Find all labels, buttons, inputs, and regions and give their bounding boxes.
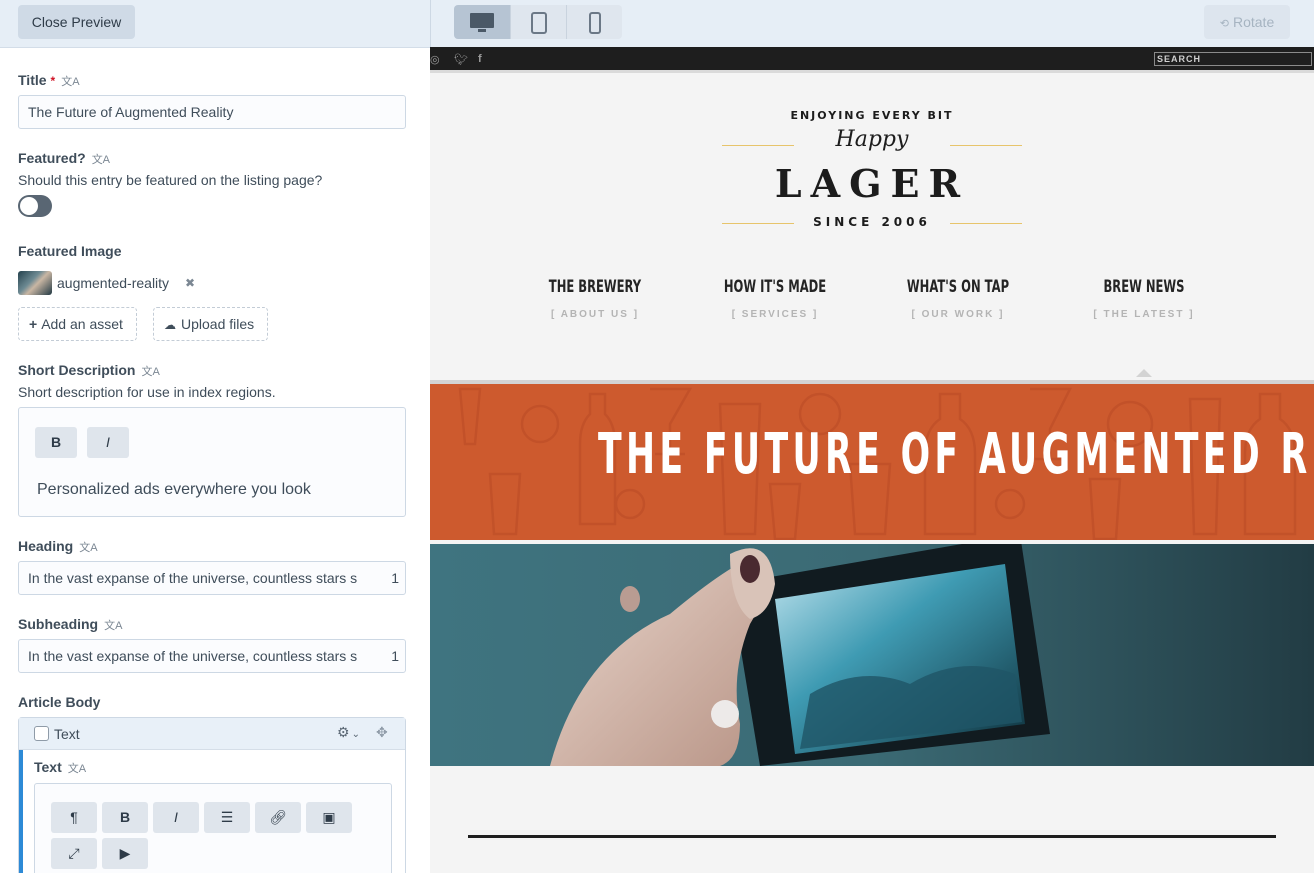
short-description-text[interactable]: Personalized ads everywhere you look [37,481,311,499]
nav-sublabel: [ SERVICES ] [731,309,819,320]
cloud-upload-icon: ☁ [164,318,176,332]
short-description-label: Short Description 文A [18,362,160,378]
nav-label: BREW NEWS [1103,277,1185,297]
featured-help-text: Should this entry be featured on the lis… [18,172,323,188]
block-select-checkbox[interactable] [34,726,49,741]
close-preview-button[interactable]: Close Preview [18,5,135,39]
add-asset-button[interactable]: + Add an asset [18,307,137,341]
link-icon[interactable]: 🔗︎ [255,802,301,833]
featured-toggle[interactable] [18,195,52,217]
remove-asset-icon[interactable]: ✖ [185,276,195,290]
facebook-icon[interactable]: f [478,53,482,65]
plus-icon: + [29,316,38,332]
block-header[interactable]: Text ⚙ ⌄ ✥ [19,718,405,750]
block-settings-gear-icon[interactable]: ⚙ ⌄ [337,724,360,741]
tablet-icon [530,12,547,34]
nav-label: HOW IT'S MADE [723,277,827,297]
translatable-icon: 文A [61,76,80,88]
required-indicator: * [50,74,56,88]
content-divider [468,835,1276,838]
translatable-icon: 文A [91,154,111,166]
asset-thumbnail[interactable] [18,271,52,295]
text-field-label: Text 文A [34,759,87,775]
desktop-icon [470,13,494,32]
translatable-icon: 文A [79,542,98,554]
nav-sublabel: [ THE LATEST ] [1093,309,1195,320]
drag-move-icon[interactable]: ✥ [376,724,388,741]
nav-item-on-tap[interactable]: WHAT'S ON TAP [ OUR WORK ] [868,277,1048,320]
desktop-device-button[interactable] [454,5,510,39]
paragraph-button[interactable]: ¶ [51,802,97,833]
site-preview: ◎ 🐦︎ f SEARCH ENJOYING EVERY BIT Happy L… [430,47,1314,873]
page-title-banner: THE FUTURE OF AUGMENTED REALITY [430,380,1314,540]
chevron-down-icon: ⌄ [351,729,360,740]
entry-editor-pane: Close Preview Title * 文A The Future of Aug… [0,0,431,873]
title-label: Title * 文A [18,72,80,88]
nav-label: THE BREWERY [548,277,642,297]
short-description-help: Short description for use in index regio… [18,384,276,400]
translatable-icon: 文A [67,763,87,775]
video-icon[interactable]: ▶ [102,838,148,869]
heading-label: Heading 文A [18,538,98,554]
site-top-bar: ◎ 🐦︎ f SEARCH [430,47,1314,73]
heading-input[interactable]: In the vast expanse of the universe, cou… [18,561,406,595]
heading-char-count: 1 [387,562,399,594]
subheading-label: Subheading 文A [18,616,123,632]
active-block-indicator [19,750,23,873]
fullscreen-icon[interactable]: ⤢ [51,838,97,869]
app-window: Close Preview Title * 文A The Future of Aug… [0,0,1314,873]
nav-item-brew-news[interactable]: BREW NEWS [ THE LATEST ] [1054,277,1234,320]
block-type-title: Text [54,726,80,742]
page-title: THE FUTURE OF AUGMENTED REALITY [597,422,1314,487]
logo-since: SINCE 2006 [813,215,931,229]
rotate-button[interactable]: ⟲ Rotate [1204,5,1290,39]
italic-button[interactable]: I [87,427,129,458]
hand-holding-phone-image [430,544,1314,766]
rotate-icon: ⟲ [1219,18,1229,30]
subheading-char-count: 1 [387,640,399,672]
image-icon[interactable]: ▣ [306,802,352,833]
nav-item-how-its-made[interactable]: HOW IT'S MADE [ SERVICES ] [685,277,865,320]
translatable-icon: 文A [141,366,160,378]
featured-hero-image [430,544,1314,766]
featured-image-label: Featured Image [18,243,122,259]
asset-title[interactable]: augmented-reality [57,275,169,291]
bold-button[interactable]: B [35,427,77,458]
article-text-editor[interactable]: ¶ B I ☰ 🔗︎ ▣ ⤢ ▶ [34,783,392,873]
phone-device-button[interactable] [566,5,622,39]
nav-sublabel: [ ABOUT US ] [550,309,640,320]
twitter-icon[interactable]: 🐦︎ [454,53,468,66]
logo-tagline: ENJOYING EVERY BIT [790,109,954,122]
logo-rule-right [950,145,1022,146]
logo-script: Happy [835,127,909,152]
logo-rule-left [722,145,794,146]
article-body-label: Article Body [18,694,101,710]
phone-icon [588,12,601,34]
title-input[interactable]: The Future of Augmented Reality [18,95,406,129]
list-icon[interactable]: ☰ [204,802,250,833]
preview-toolbar [431,0,1314,47]
nav-label: WHAT'S ON TAP [906,277,1010,297]
active-nav-caret [1136,369,1152,377]
dribbble-icon[interactable]: ◎ [430,53,440,66]
subheading-input[interactable]: In the vast expanse of the universe, cou… [18,639,406,673]
translatable-icon: 文A [104,620,123,632]
logo-name[interactable]: LAGER [430,161,1314,206]
short-description-editor[interactable]: B I Personalized ads everywhere you look [18,407,406,517]
matrix-block-text: Text ⚙ ⌄ ✥ Text 文A ¶ B I ☰ 🔗︎ ▣ ⤢ ▶ [18,717,406,873]
nav-item-brewery[interactable]: THE BREWERY [ ABOUT US ] [505,277,685,320]
editor-toolbar: Close Preview [0,0,430,48]
italic-button[interactable]: I [153,802,199,833]
tablet-device-button[interactable] [510,5,566,39]
site-search-input[interactable]: SEARCH [1154,52,1312,66]
upload-files-button[interactable]: ☁ Upload files [153,307,269,341]
toggle-knob [20,197,38,215]
featured-label: Featured? 文A [18,150,111,166]
nav-sublabel: [ OUR WORK ] [911,309,1005,320]
bold-button[interactable]: B [102,802,148,833]
